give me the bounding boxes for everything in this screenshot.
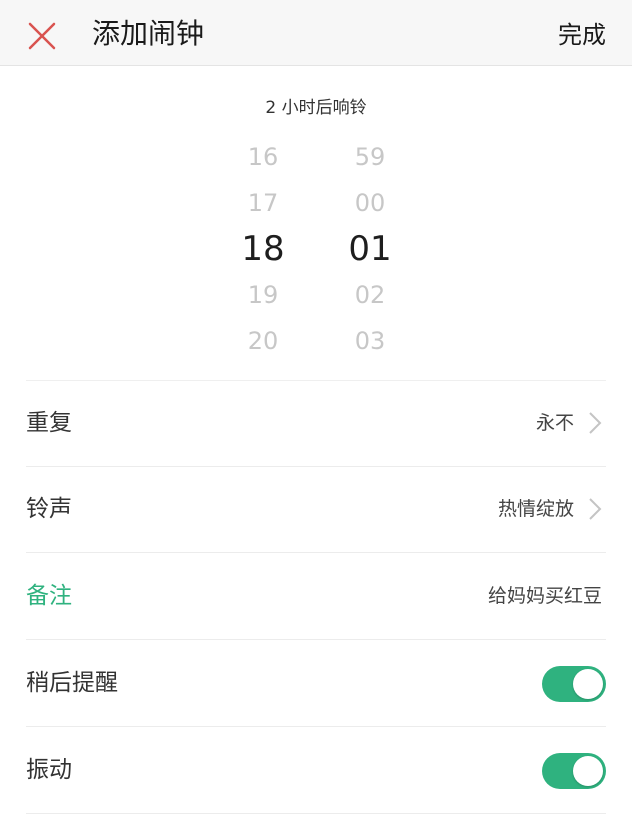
note-row[interactable]: 备注 给妈妈买红豆 bbox=[0, 554, 632, 640]
minute-option[interactable]: 02 bbox=[325, 272, 415, 318]
header-bar: 添加闹钟 完成 bbox=[0, 0, 632, 66]
note-label: 备注 bbox=[26, 583, 72, 609]
close-button[interactable] bbox=[26, 20, 58, 52]
ringtone-label: 铃声 bbox=[26, 496, 72, 522]
toggle-knob bbox=[573, 756, 603, 786]
divider bbox=[26, 552, 606, 553]
vibrate-toggle[interactable] bbox=[542, 753, 606, 789]
vibrate-row: 振动 bbox=[0, 728, 632, 814]
page-title: 添加闹钟 bbox=[92, 17, 205, 50]
note-value[interactable]: 给妈妈买红豆 bbox=[488, 581, 602, 611]
minute-option[interactable]: 59 bbox=[325, 134, 415, 180]
ring-countdown-hint: 2 小时后响铃 bbox=[265, 98, 367, 118]
divider bbox=[26, 726, 606, 727]
minute-wheel[interactable]: 59 00 01 02 03 bbox=[325, 134, 415, 364]
vibrate-label: 振动 bbox=[26, 757, 72, 783]
hour-option[interactable]: 17 bbox=[218, 180, 308, 226]
close-icon bbox=[28, 22, 56, 50]
hour-option[interactable]: 20 bbox=[218, 318, 308, 364]
repeat-value: 永不 bbox=[535, 412, 574, 434]
snooze-toggle[interactable] bbox=[542, 666, 606, 702]
divider bbox=[26, 639, 606, 640]
snooze-label: 稍后提醒 bbox=[26, 670, 118, 696]
chevron-right-icon bbox=[589, 498, 602, 520]
toggle-knob bbox=[573, 669, 603, 699]
hour-wheel[interactable]: 16 17 18 19 20 bbox=[218, 134, 308, 364]
done-button[interactable]: 完成 bbox=[558, 19, 606, 51]
chevron-right-icon bbox=[589, 412, 602, 434]
repeat-label: 重复 bbox=[26, 410, 72, 436]
minute-option[interactable]: 03 bbox=[325, 318, 415, 364]
repeat-row[interactable]: 重复 永不 bbox=[0, 381, 632, 467]
divider bbox=[26, 813, 606, 814]
ringtone-value: 热情绽放 bbox=[497, 498, 574, 520]
selected-hour[interactable]: 18 bbox=[218, 226, 308, 272]
minute-option[interactable]: 00 bbox=[325, 180, 415, 226]
hour-option[interactable]: 19 bbox=[218, 272, 308, 318]
hour-option[interactable]: 16 bbox=[218, 134, 308, 180]
ringtone-row[interactable]: 铃声 热情绽放 bbox=[0, 467, 632, 553]
selected-minute[interactable]: 01 bbox=[325, 226, 415, 272]
snooze-row: 稍后提醒 bbox=[0, 641, 632, 727]
